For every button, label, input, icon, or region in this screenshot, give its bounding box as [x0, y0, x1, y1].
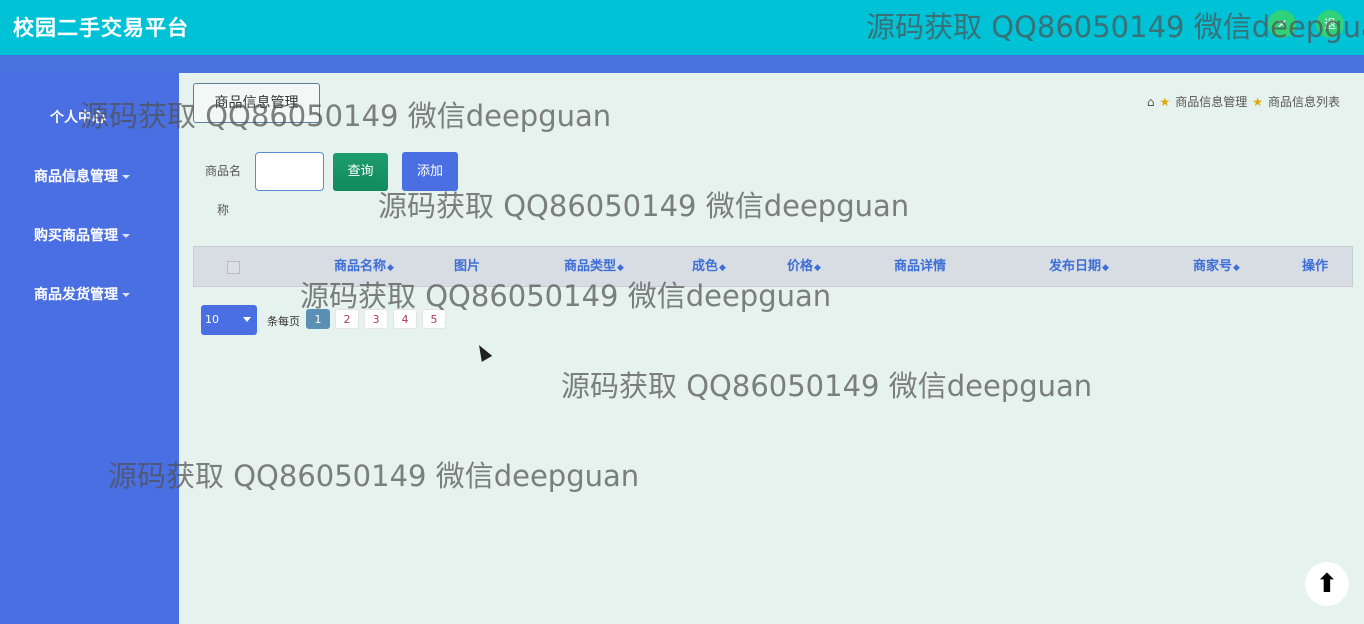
- breadcrumb-item[interactable]: 商品信息管理: [1175, 93, 1247, 110]
- chevron-down-icon: [122, 293, 130, 297]
- per-page-label: 条每页: [267, 315, 300, 328]
- add-button[interactable]: 添加: [402, 152, 458, 191]
- chevron-down-icon: [122, 234, 130, 238]
- sidebar-item-label: 购买商品管理: [34, 228, 118, 244]
- back-to-top-icon[interactable]: ⬆: [1305, 562, 1349, 606]
- sort-icon: ◆: [617, 263, 624, 273]
- page-button[interactable]: 3: [364, 309, 388, 329]
- col-goods-type[interactable]: 商品类型◆: [544, 247, 644, 286]
- breadcrumb: ⌂ ★ 商品信息管理 ★ 商品信息列表: [1147, 93, 1340, 110]
- search-label-line1: 商品名: [204, 164, 241, 178]
- header-band: [0, 55, 1364, 73]
- home-icon[interactable]: ⌂: [1147, 95, 1155, 109]
- sort-icon: ◆: [1233, 263, 1240, 273]
- top-bar: 校园二手交易平台 ✕ 退: [0, 0, 1364, 55]
- sidebar-item-purchase[interactable]: 购买商品管理: [34, 225, 130, 245]
- search-label-cont: 称: [201, 191, 245, 229]
- col-price[interactable]: 价格◆: [774, 247, 834, 286]
- sort-icon: ◆: [719, 263, 726, 273]
- breadcrumb-item: 商品信息列表: [1267, 95, 1340, 109]
- star-icon: ★: [1159, 94, 1171, 109]
- close-icon[interactable]: ✕: [1268, 10, 1296, 38]
- col-publish-date[interactable]: 发布日期◆: [1029, 247, 1129, 286]
- sidebar-item-profile[interactable]: 个人中心: [50, 107, 106, 127]
- query-button[interactable]: 查询: [333, 153, 388, 191]
- sidebar-item-goods[interactable]: 商品信息管理: [34, 166, 130, 186]
- search-label-line2: 称: [216, 203, 229, 217]
- sidebar-item-shipping[interactable]: 商品发货管理: [34, 284, 130, 304]
- sidebar-item-label: 商品发货管理: [34, 287, 118, 303]
- tab-goods-management[interactable]: 商品信息管理: [193, 83, 320, 123]
- chevron-down-icon: [122, 175, 130, 179]
- page-button[interactable]: 1: [306, 309, 330, 329]
- col-details: 商品详情: [893, 259, 946, 274]
- logout-icon[interactable]: 退: [1316, 10, 1344, 38]
- sort-icon: ◆: [814, 263, 821, 273]
- chevron-down-icon: [243, 317, 251, 322]
- app-title: 校园二手交易平台: [13, 16, 189, 40]
- col-goods-name[interactable]: 商品名称◆: [314, 247, 414, 286]
- col-seller-id[interactable]: 商家号◆: [1179, 247, 1254, 286]
- sidebar: 个人中心 商品信息管理 购买商品管理 商品发货管理: [0, 73, 179, 624]
- search-input[interactable]: [255, 152, 324, 191]
- main-content: 商品信息管理 ⌂ ★ 商品信息管理 ★ 商品信息列表 商品名 称 查询 添加 商…: [179, 73, 1364, 624]
- search-label: 商品名: [201, 152, 245, 190]
- star-icon: ★: [1252, 94, 1263, 109]
- page-button[interactable]: 4: [393, 309, 417, 329]
- sidebar-item-label: 商品信息管理: [34, 169, 118, 185]
- table-header: 商品名称◆ 图片 商品类型◆ 成色◆ 价格◆ 商品详情 发布日期◆ 商家号◆ 操…: [193, 246, 1353, 287]
- col-condition[interactable]: 成色◆: [679, 247, 739, 286]
- sort-icon: ◆: [1102, 263, 1109, 273]
- select-all-checkbox[interactable]: [227, 261, 240, 274]
- page-button[interactable]: 2: [335, 309, 359, 329]
- page-size-select[interactable]: 10: [201, 305, 257, 335]
- sidebar-item-label: 个人中心: [50, 110, 106, 126]
- col-actions: 操作: [1301, 259, 1328, 274]
- sort-icon: ◆: [387, 263, 394, 273]
- col-image: 图片: [453, 259, 480, 274]
- page-button[interactable]: 5: [422, 309, 446, 329]
